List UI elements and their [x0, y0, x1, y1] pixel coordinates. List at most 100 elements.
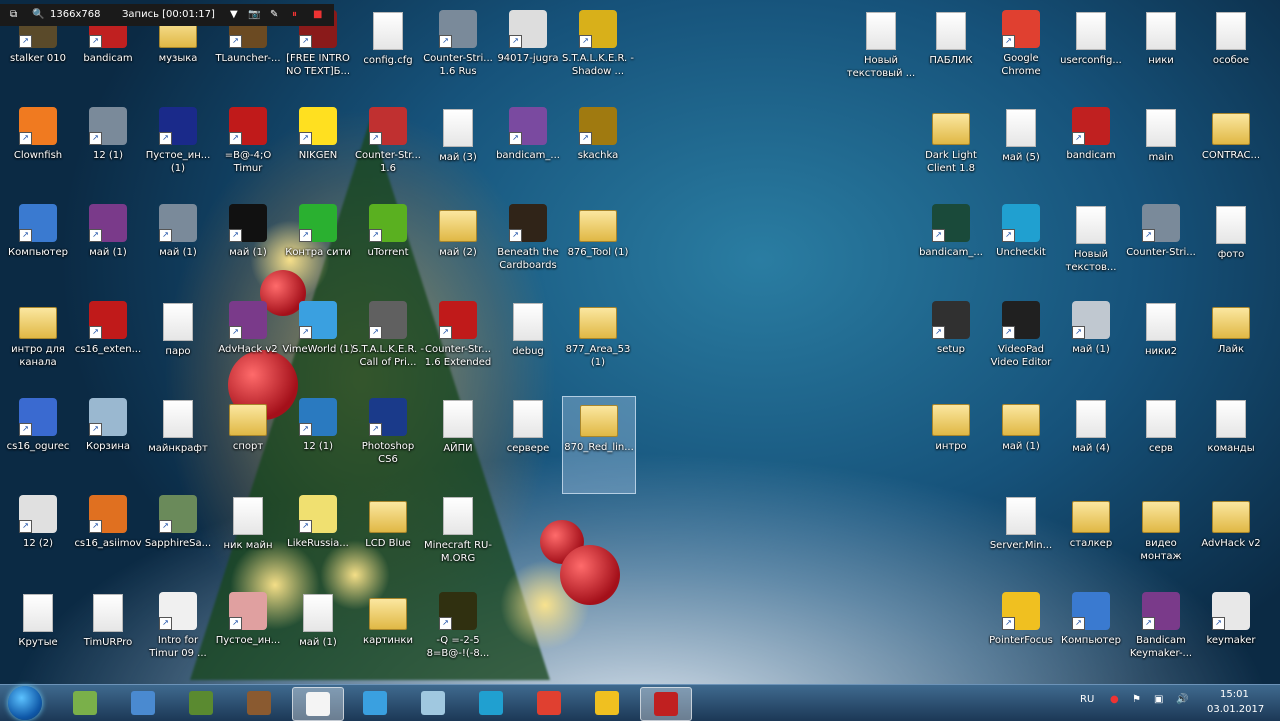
- desktop-icon[interactable]: интро для канала: [2, 299, 74, 395]
- desktop-icon[interactable]: АЙПИ: [422, 396, 494, 492]
- desktop-icon[interactable]: ↗ Intro for Timur 09 ...: [142, 590, 214, 684]
- desktop-icon[interactable]: особое: [1195, 8, 1267, 104]
- pencil-icon[interactable]: ✎: [270, 4, 278, 26]
- taskbar-button[interactable]: [234, 687, 284, 719]
- taskbar-button[interactable]: [408, 687, 458, 719]
- desktop-icon[interactable]: ↗ cs16_exten...: [72, 299, 144, 395]
- desktop-icon[interactable]: команды: [1195, 396, 1267, 492]
- desktop-icon[interactable]: ↗ cs16_asiimov: [72, 493, 144, 589]
- desktop-icon[interactable]: ↗ AdvHack v2: [212, 299, 284, 395]
- desktop-icon[interactable]: ↗ cs16_ogurec: [2, 396, 74, 492]
- desktop-icon[interactable]: debug: [492, 299, 564, 395]
- desktop-icon[interactable]: ↗ май (1): [212, 202, 284, 298]
- desktop-icon[interactable]: ↗ bandicam: [1055, 105, 1127, 201]
- taskbar-button[interactable]: [524, 687, 574, 719]
- flag-icon[interactable]: ⚑: [1132, 694, 1141, 705]
- desktop-icon[interactable]: фото: [1195, 202, 1267, 298]
- desktop-icon[interactable]: ники2: [1125, 299, 1197, 395]
- language-indicator[interactable]: RU: [1080, 694, 1094, 705]
- desktop-icon[interactable]: ↗ Компьютер: [1055, 590, 1127, 684]
- desktop-icon[interactable]: ↗ Counter-Stri...: [1125, 202, 1197, 298]
- desktop-icon[interactable]: CONTRAC...: [1195, 105, 1267, 201]
- desktop-icon[interactable]: ПАБЛИК: [915, 8, 987, 104]
- desktop-icon[interactable]: LCD Blue: [352, 493, 424, 589]
- taskbar-button[interactable]: [640, 687, 692, 721]
- desktop-icon[interactable]: ↗ NIKGEN: [282, 105, 354, 201]
- desktop-icon[interactable]: сталкер: [1055, 493, 1127, 589]
- desktop-icon[interactable]: май (2): [422, 202, 494, 298]
- desktop-icon[interactable]: userconfig...: [1055, 8, 1127, 104]
- bandicam-tray-icon[interactable]: ●: [1110, 694, 1119, 705]
- desktop-icon[interactable]: паро: [142, 299, 214, 395]
- desktop-icon[interactable]: 877_Area_53 (1): [562, 299, 634, 395]
- desktop-icon[interactable]: ↗ май (1): [1055, 299, 1127, 395]
- network-icon[interactable]: ▣: [1154, 694, 1163, 705]
- desktop-icon[interactable]: Лайк: [1195, 299, 1267, 395]
- desktop-icon[interactable]: май (3): [422, 105, 494, 201]
- desktop-icon[interactable]: ↗ S.T.A.L.K.E.R. - Shadow ...: [562, 8, 634, 104]
- desktop-icon[interactable]: ↗ Контра сити: [282, 202, 354, 298]
- desktop-icon[interactable]: майнкрафт: [142, 396, 214, 492]
- desktop-icon[interactable]: ↗ S.T.A.L.K.E.R. - Call of Pri...: [352, 299, 424, 395]
- start-button[interactable]: [8, 686, 42, 720]
- taskbar-button[interactable]: [176, 687, 226, 719]
- desktop-icon[interactable]: config.cfg: [352, 8, 424, 104]
- desktop-icon[interactable]: ↗ Google Chrome: [985, 8, 1057, 104]
- desktop-icon[interactable]: ↗ PointerFocus: [985, 590, 1057, 684]
- desktop-icon[interactable]: ↗ Пустое_ин... (1): [142, 105, 214, 201]
- taskbar-button[interactable]: [466, 687, 516, 719]
- desktop-icon[interactable]: ↗ Photoshop CS6: [352, 396, 424, 492]
- desktop-icon[interactable]: AdvHack v2: [1195, 493, 1267, 589]
- desktop-icon[interactable]: ↗ Clownfish: [2, 105, 74, 201]
- desktop-icon[interactable]: 876_Tool (1): [562, 202, 634, 298]
- desktop-icon[interactable]: Новый текстовый ...: [845, 8, 917, 104]
- desktop-icon[interactable]: ↗ Корзина: [72, 396, 144, 492]
- camera-icon[interactable]: 📷: [248, 4, 260, 26]
- desktop-icon[interactable]: 870_Red_lin...: [562, 396, 636, 494]
- desktop-icon[interactable]: ↗ Компьютер: [2, 202, 74, 298]
- taskbar-button[interactable]: [118, 687, 168, 719]
- desktop-icon[interactable]: серв: [1125, 396, 1197, 492]
- desktop-icon[interactable]: картинки: [352, 590, 424, 684]
- volume-icon[interactable]: 🔊: [1176, 694, 1188, 705]
- desktop-icon[interactable]: ↗ VimeWorld (1): [282, 299, 354, 395]
- taskbar-button[interactable]: [60, 687, 110, 719]
- desktop-icon[interactable]: ↗ keymaker: [1195, 590, 1267, 684]
- desktop-icon[interactable]: ↗ 12 (1): [282, 396, 354, 492]
- desktop-icon[interactable]: интро: [915, 396, 987, 492]
- desktop-icon[interactable]: май (5): [985, 105, 1057, 201]
- desktop-icon[interactable]: ↗ skachka: [562, 105, 634, 201]
- clock-date[interactable]: 03.01.2017: [1207, 704, 1264, 715]
- desktop-icon[interactable]: ↗ LikeRussia...: [282, 493, 354, 589]
- desktop-icon[interactable]: ↗ 94017-jugra: [492, 8, 564, 104]
- desktop-icon[interactable]: ↗ SapphireSa...: [142, 493, 214, 589]
- desktop-icon[interactable]: ↗ =В@-4;О Timur: [212, 105, 284, 201]
- desktop-icon[interactable]: ↗ май (1): [72, 202, 144, 298]
- desktop-icon[interactable]: ↗ Beneath the Cardboards: [492, 202, 564, 298]
- desktop-icon[interactable]: ↗ -Q =-2-5 8=В@-!(-8...: [422, 590, 494, 684]
- desktop-icon[interactable]: ↗ Counter-Stri... 1.6 Rus: [422, 8, 494, 104]
- chevron-down-icon[interactable]: ▼: [230, 4, 238, 26]
- desktop-icon[interactable]: ↗ VideoPad Video Editor: [985, 299, 1057, 395]
- desktop-icon[interactable]: ники: [1125, 8, 1197, 104]
- desktop-icon[interactable]: TimURPro: [72, 590, 144, 684]
- desktop-icon[interactable]: сервере: [492, 396, 564, 492]
- clock-time[interactable]: 15:01: [1220, 689, 1249, 700]
- desktop-icon[interactable]: спорт: [212, 396, 284, 492]
- desktop[interactable]: ↗ stalker 010 ↗ bandicam музыка ↗ TLauncher-..…: [0, 0, 1280, 684]
- window-mode-icon[interactable]: ⧉: [10, 4, 17, 26]
- desktop-icon[interactable]: ↗ setup: [915, 299, 987, 395]
- stop-icon[interactable]: ■: [313, 4, 322, 26]
- desktop-icon[interactable]: ↗ Пустое_ин...: [212, 590, 284, 684]
- desktop-icon[interactable]: Крутые: [2, 590, 74, 684]
- search-icon[interactable]: 🔍: [32, 4, 44, 26]
- desktop-icon[interactable]: видео монтаж: [1125, 493, 1197, 589]
- desktop-icon[interactable]: ↗ 12 (1): [72, 105, 144, 201]
- desktop-icon[interactable]: ник майн: [212, 493, 284, 589]
- desktop-icon[interactable]: Minecraft RU-M.ORG: [422, 493, 494, 589]
- desktop-icon[interactable]: ↗ bandicam_...: [492, 105, 564, 201]
- taskbar-button[interactable]: [582, 687, 632, 719]
- desktop-icon[interactable]: Dark Light Client 1.8: [915, 105, 987, 201]
- desktop-icon[interactable]: ↗ Counter-Str... 1.6 Extended: [422, 299, 494, 395]
- desktop-icon[interactable]: ↗ uTorrent: [352, 202, 424, 298]
